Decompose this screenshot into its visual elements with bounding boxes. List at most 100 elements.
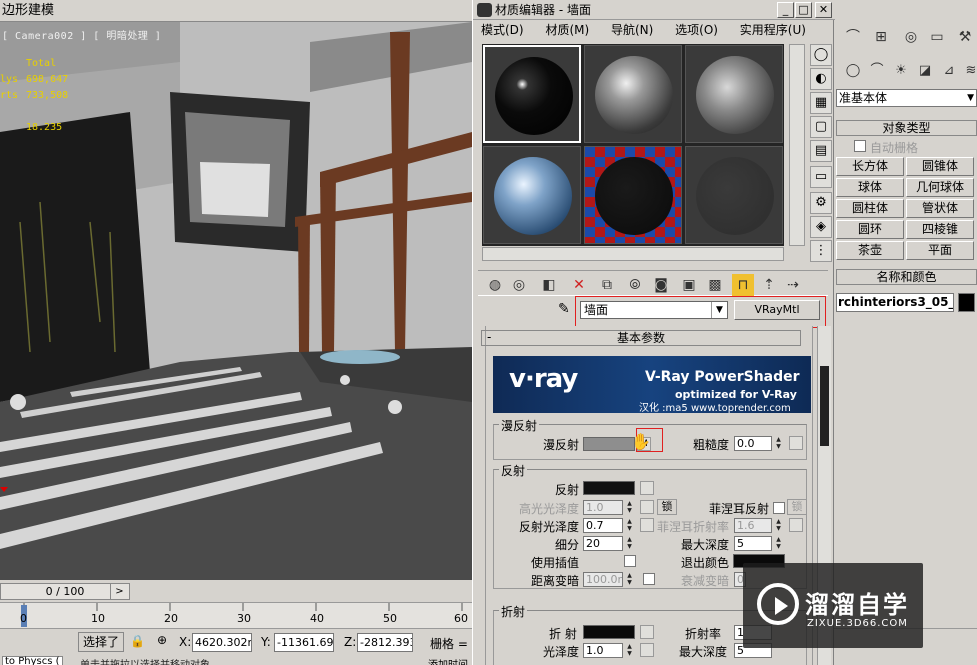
timeline-ruler[interactable]: [0, 602, 472, 628]
max-depth-spinner[interactable]: ▲ ▼: [774, 536, 783, 551]
fresnel-ior-map-button[interactable]: [789, 518, 803, 532]
go-to-parent-icon[interactable]: ⇡: [758, 274, 780, 296]
plane-button[interactable]: 平面: [906, 241, 974, 260]
viewport-camera-label[interactable]: [ Camera002 ] [ 明暗处理 ]: [2, 27, 161, 42]
roughness-map-button[interactable]: [789, 436, 803, 450]
hilight-lock-button[interactable]: 锁: [657, 499, 677, 515]
maxscript-listener[interactable]: to Physcs (: [2, 656, 63, 665]
eyedropper-icon[interactable]: ✎: [558, 301, 576, 319]
shapes-icon[interactable]: ⌒: [866, 60, 888, 82]
params-scroll-thumb[interactable]: [820, 366, 829, 446]
cone-button[interactable]: 圆锥体: [906, 157, 974, 176]
material-id-icon[interactable]: ▣: [678, 274, 700, 296]
subdivs-field[interactable]: 20: [583, 536, 623, 551]
roughness-spinner[interactable]: ▲ ▼: [774, 436, 783, 451]
assign-material-icon[interactable]: ◧: [538, 274, 560, 296]
reflect-map-button[interactable]: [640, 481, 654, 495]
torus-button[interactable]: 圆环: [836, 220, 904, 239]
object-color-swatch[interactable]: [958, 293, 975, 312]
maximize-button[interactable]: □: [795, 2, 812, 18]
refl-gloss-map-button[interactable]: [640, 518, 654, 532]
use-interp-checkbox[interactable]: [624, 555, 636, 567]
options-icon[interactable]: ⚙: [810, 192, 832, 214]
refr-gloss-map-button[interactable]: [640, 643, 654, 657]
autogrid-checkbox[interactable]: [854, 140, 866, 152]
primitive-type-dropdown[interactable]: 准基本体 ▼: [836, 89, 977, 107]
refr-gloss-field[interactable]: 1.0: [583, 643, 623, 658]
uv-tiling-icon[interactable]: ▢: [810, 116, 832, 138]
sample-type-icon[interactable]: ◯: [810, 44, 832, 66]
reflect-color-swatch[interactable]: [583, 481, 635, 495]
diffuse-color-swatch[interactable]: [583, 437, 635, 451]
hilight-gloss-map-button[interactable]: [640, 500, 654, 514]
hilight-gloss-field[interactable]: 1.0: [583, 500, 623, 515]
fresnel-checkbox[interactable]: [773, 502, 785, 514]
dim-dist-spinner[interactable]: ▲ ▼: [625, 572, 634, 587]
box-button[interactable]: 长方体: [836, 157, 904, 176]
lights-icon[interactable]: ☀: [890, 60, 912, 82]
transform-mode-icon[interactable]: ⊕: [157, 633, 167, 647]
sample-slot-6[interactable]: [685, 146, 783, 244]
menu-mode[interactable]: 模式(D): [481, 23, 524, 37]
make-copy-icon[interactable]: ⧉: [596, 274, 618, 296]
video-color-icon[interactable]: ▤: [810, 140, 832, 162]
refr-gloss-spinner[interactable]: ▲ ▼: [625, 643, 634, 658]
hierarchy-tab-icon[interactable]: ⊞: [870, 26, 892, 48]
sample-slot-4[interactable]: [483, 146, 581, 244]
sample-slot-5[interactable]: [584, 146, 682, 244]
teapot-button[interactable]: 茶壶: [836, 241, 904, 260]
get-material-icon[interactable]: ◍: [484, 274, 506, 296]
menu-options[interactable]: 选项(O): [675, 23, 718, 37]
material-navigator-icon[interactable]: ⋮: [810, 240, 832, 262]
refl-gloss-field[interactable]: 0.7: [583, 518, 623, 533]
make-preview-icon[interactable]: ▭: [810, 166, 832, 188]
utilities-tab-icon[interactable]: ⚒: [954, 26, 976, 48]
lock-selection-icon[interactable]: 🔒: [130, 634, 145, 648]
menu-utilities[interactable]: 实用程序(U): [740, 23, 806, 37]
fresnel-ior-field[interactable]: 1.6: [734, 518, 772, 533]
put-to-scene-icon[interactable]: ◎: [508, 274, 530, 296]
show-map-icon[interactable]: ▩: [704, 274, 726, 296]
make-unique-icon[interactable]: ⦾: [624, 274, 646, 296]
show-end-result-icon[interactable]: ⊓: [732, 274, 754, 296]
z-coord-field[interactable]: -2812.393: [357, 633, 413, 652]
fresnel-lock-button[interactable]: 锁: [787, 499, 807, 515]
cameras-icon[interactable]: ◪: [914, 60, 936, 82]
sample-slot-1[interactable]: [483, 45, 581, 143]
helpers-icon[interactable]: ⊿: [938, 60, 960, 82]
fresnel-ior-spinner[interactable]: ▲ ▼: [774, 518, 783, 533]
reset-map-icon[interactable]: ✕: [568, 274, 590, 296]
name-color-rollout[interactable]: 名称和颜色: [836, 269, 977, 285]
object-type-rollout[interactable]: 对象类型: [836, 120, 977, 136]
refl-gloss-spinner[interactable]: ▲ ▼: [625, 518, 634, 533]
cylinder-button[interactable]: 圆柱体: [836, 199, 904, 218]
geometry-icon[interactable]: ◯: [842, 60, 864, 82]
object-name-field[interactable]: rchinteriors3_05_19: [836, 293, 954, 312]
subdivs-spinner[interactable]: ▲ ▼: [625, 536, 634, 551]
spacewarps-icon[interactable]: ≋: [960, 60, 977, 82]
sample-slot-3[interactable]: [685, 45, 783, 143]
dim-dist-checkbox[interactable]: [643, 573, 655, 585]
refract-map-button[interactable]: [640, 625, 654, 639]
refract-color-swatch[interactable]: [583, 625, 635, 639]
motion-tab-icon[interactable]: ◎: [900, 26, 922, 48]
basic-params-rollout[interactable]: 基本参数: [481, 330, 801, 346]
pyramid-button[interactable]: 四棱锥: [906, 220, 974, 239]
select-by-material-icon[interactable]: ◈: [810, 216, 832, 238]
modify-tab-icon[interactable]: ⌒: [842, 26, 864, 48]
viewport[interactable]: [ Camera002 ] [ 明暗处理 ] Total lys 698,647…: [0, 22, 472, 580]
add-time-tag[interactable]: 添加时间: [428, 656, 468, 665]
go-forward-sibling-icon[interactable]: ⇢: [782, 274, 804, 296]
tube-button[interactable]: 管状体: [906, 199, 974, 218]
display-tab-icon[interactable]: ▭: [926, 26, 948, 48]
slots-horizontal-scrollbar[interactable]: [482, 247, 784, 261]
x-coord-field[interactable]: 4620.302m: [192, 633, 252, 652]
rollout-collapse-icon[interactable]: -: [487, 330, 491, 344]
menu-material[interactable]: 材质(M): [545, 23, 589, 37]
menu-navigation[interactable]: 导航(N): [611, 23, 653, 37]
sphere-button[interactable]: 球体: [836, 178, 904, 197]
close-button[interactable]: ✕: [815, 2, 832, 18]
backlight-icon[interactable]: ◐: [810, 68, 832, 90]
put-to-library-icon[interactable]: ◙: [650, 274, 672, 296]
geosphere-button[interactable]: 几何球体: [906, 178, 974, 197]
